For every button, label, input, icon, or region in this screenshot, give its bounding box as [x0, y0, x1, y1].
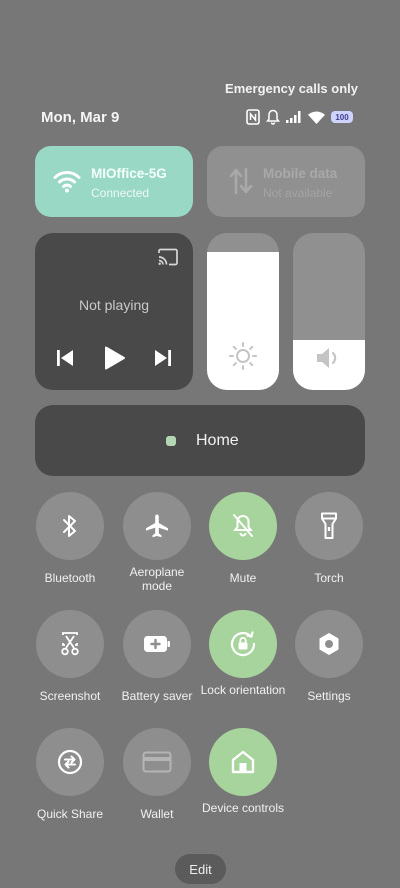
media-status-text: Not playing	[78, 297, 150, 313]
bell-icon	[266, 109, 280, 125]
wifi-status: Connected	[91, 186, 150, 200]
device-controls-label: Device controls	[201, 801, 285, 815]
brightness-slider[interactable]	[207, 233, 279, 390]
wallet-label: Wallet	[140, 807, 174, 821]
play-icon[interactable]	[104, 346, 126, 370]
volume-slider[interactable]	[293, 233, 365, 390]
flashlight-icon	[321, 512, 337, 539]
aeroplane-label: Aeroplane mode	[129, 565, 185, 593]
home-label: Home	[196, 432, 239, 449]
wifi-icon	[53, 171, 81, 193]
battery-icon: 100	[331, 111, 353, 123]
bluetooth-toggle[interactable]	[36, 492, 104, 560]
torch-label: Torch	[314, 571, 344, 585]
nfc-icon	[246, 109, 260, 125]
battery-plus-icon	[144, 636, 170, 652]
edit-button[interactable]: Edit	[175, 854, 226, 884]
qs-battery-saver[interactable]: Battery saver	[114, 610, 200, 703]
qs-bluetooth[interactable]: Bluetooth	[27, 492, 113, 585]
settings-label: Settings	[307, 689, 351, 703]
screenshot-label: Screenshot	[39, 689, 101, 703]
aeroplane-toggle[interactable]	[123, 492, 191, 560]
qs-quick-share[interactable]: Quick Share	[27, 728, 113, 821]
wallet-toggle[interactable]	[123, 728, 191, 796]
home-controls-card[interactable]: Home	[35, 405, 365, 476]
settings-hex-icon	[319, 633, 339, 655]
qs-wallet[interactable]: Wallet	[114, 728, 200, 821]
settings-toggle[interactable]	[295, 610, 363, 678]
cast-icon[interactable]	[157, 248, 179, 266]
date-text: Mon, Mar 9	[41, 109, 120, 126]
media-player: Not playing	[35, 233, 193, 390]
battery-saver-toggle[interactable]	[123, 610, 191, 678]
mobile-data-tile[interactable]: Mobile data Not available	[207, 146, 365, 217]
qs-lock-orientation[interactable]: Lock orientation	[200, 610, 286, 697]
bluetooth-icon	[63, 515, 76, 537]
signal-icon	[286, 111, 301, 123]
device-controls-toggle[interactable]	[209, 728, 277, 796]
status-icons: 100	[246, 108, 353, 126]
qs-device-controls[interactable]: Device controls	[200, 728, 286, 815]
mobile-data-status: Not available	[263, 186, 333, 200]
wallet-card-icon	[142, 751, 172, 773]
quick-share-label: Quick Share	[36, 807, 104, 821]
quick-share-toggle[interactable]	[36, 728, 104, 796]
mute-bell-icon	[233, 514, 253, 537]
battery-saver-label: Battery saver	[121, 689, 193, 703]
mute-label: Mute	[229, 571, 257, 585]
volume-icon	[317, 348, 337, 368]
mobile-data-title: Mobile data	[263, 166, 338, 181]
wifi-network-name: MIOffice-5G	[91, 166, 167, 181]
screenshot-toggle[interactable]	[36, 610, 104, 678]
torch-toggle[interactable]	[295, 492, 363, 560]
qs-screenshot[interactable]: Screenshot	[27, 610, 113, 703]
airplane-icon	[146, 514, 168, 538]
mobile-data-icon	[229, 167, 253, 195]
previous-track-icon[interactable]	[56, 349, 74, 367]
scissors-icon	[61, 632, 79, 656]
emergency-calls-text: Emergency calls only	[225, 81, 358, 96]
lock-orientation-toggle[interactable]	[209, 610, 277, 678]
qs-torch[interactable]: Torch	[286, 492, 372, 585]
wifi-status-icon	[308, 111, 325, 124]
mute-toggle[interactable]	[209, 492, 277, 560]
share-arrows-icon	[57, 749, 83, 775]
home-icon	[231, 750, 255, 774]
lock-rotation-icon	[230, 631, 256, 657]
home-indicator-dot	[166, 436, 176, 446]
qs-settings[interactable]: Settings	[286, 610, 372, 703]
bluetooth-label: Bluetooth	[44, 571, 96, 585]
brightness-icon	[229, 342, 257, 370]
lock-orientation-label: Lock orientation	[200, 683, 286, 697]
next-track-icon[interactable]	[154, 349, 172, 367]
qs-mute[interactable]: Mute	[200, 492, 286, 585]
qs-aeroplane[interactable]: Aeroplane mode	[114, 492, 200, 593]
wifi-tile[interactable]: MIOffice-5G Connected	[35, 146, 193, 217]
